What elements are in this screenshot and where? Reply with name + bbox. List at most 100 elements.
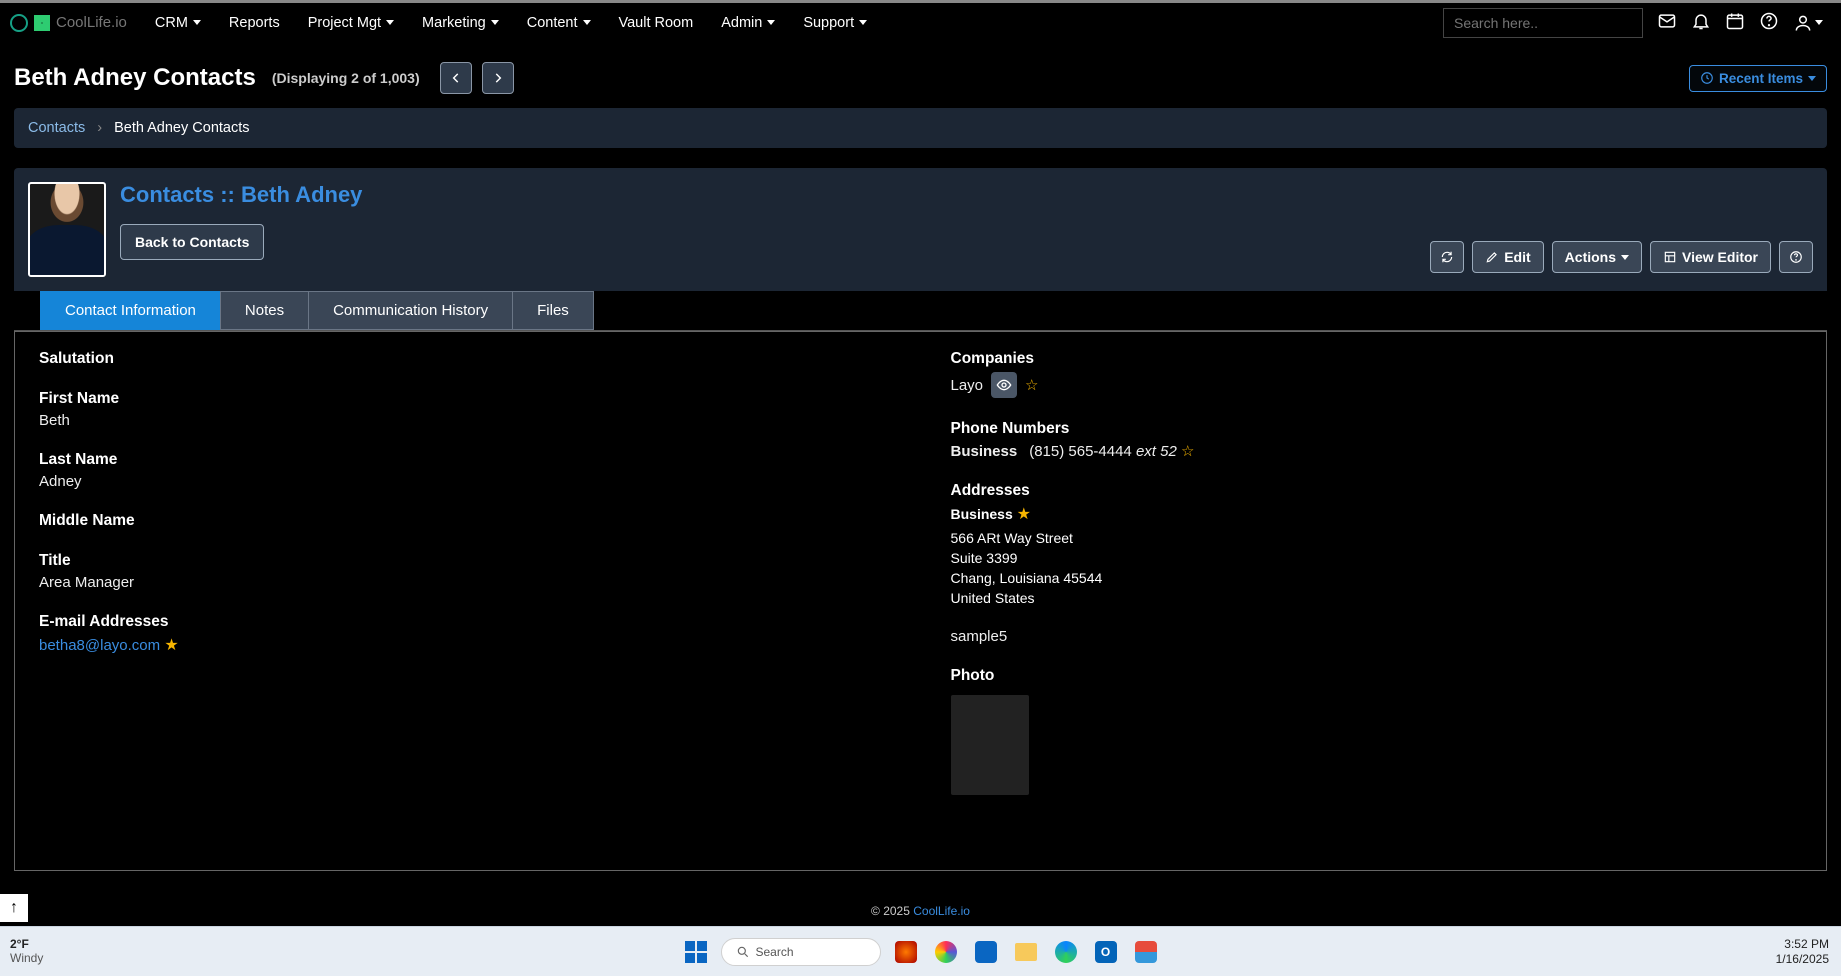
breadcrumb: Contacts › Beth Adney Contacts [14,108,1827,148]
addresses-label: Addresses [951,482,1803,500]
nav-project-mgt-label: Project Mgt [308,15,381,31]
recent-items-button[interactable]: Recent Items [1689,65,1827,92]
start-button[interactable] [681,937,711,967]
email-value: betha8@layo.com ★ [39,635,891,655]
footer-prefix: © 2025 [871,904,913,918]
prev-record-button[interactable] [440,62,472,94]
tab-communication-history[interactable]: Communication History [308,291,513,330]
breadcrumb-separator-icon: › [97,120,102,136]
chevron-down-icon [1621,255,1629,260]
chevron-down-icon [1815,20,1823,25]
star-icon[interactable]: ☆ [1025,376,1038,394]
last-name-label: Last Name [39,451,891,469]
user-menu[interactable] [1793,13,1823,33]
mail-icon[interactable] [1657,11,1677,34]
tab-notes[interactable]: Notes [220,291,309,330]
eye-icon [996,377,1012,393]
company-row: Layo ☆ [951,372,1803,398]
first-name-value: Beth [39,412,891,429]
email-link[interactable]: betha8@layo.com [39,637,160,654]
breadcrumb-root[interactable]: Contacts [28,120,85,136]
tab-contact-information[interactable]: Contact Information [40,291,221,330]
address-country: United States [951,590,1803,606]
pencil-icon [1485,250,1499,264]
taskbar-weather[interactable]: 2°F Windy [0,938,43,964]
taskbar-clock[interactable]: 3:52 PM 1/16/2025 [1776,937,1841,966]
record-actions: Edit Actions View Editor [1430,241,1813,273]
view-company-button[interactable] [991,372,1017,398]
taskbar-search-label: Search [756,945,794,959]
last-name-value: Adney [39,473,891,490]
nav-support[interactable]: Support [793,11,877,35]
right-column: Companies Layo ☆ Phone Numbers Business … [951,350,1803,852]
title-label: Title [39,552,891,570]
taskbar-search[interactable]: Search [721,938,881,966]
page-subheader: Beth Adney Contacts (Displaying 2 of 1,0… [0,42,1841,108]
tabs-container: Contact Information Notes Communication … [14,291,1827,331]
chevron-down-icon [193,20,201,25]
left-column: Salutation First Name Beth Last Name Adn… [39,350,891,852]
nav-vault-room[interactable]: Vault Room [609,11,704,35]
middle-name-label: Middle Name [39,512,891,530]
brand-mark-icon [10,14,28,32]
help-icon[interactable] [1759,11,1779,34]
calendar-icon[interactable] [1725,11,1745,34]
nav-reports[interactable]: Reports [219,11,290,35]
address-type: Business [951,506,1013,522]
star-icon[interactable]: ☆ [1181,443,1194,460]
companies-label: Companies [951,350,1803,368]
help-icon [1789,250,1803,264]
next-record-button[interactable] [482,62,514,94]
phone-ext-label: ext [1136,443,1156,460]
nav-vault-room-label: Vault Room [619,15,694,31]
taskbar-date: 1/16/2025 [1776,952,1829,966]
record-count: (Displaying 2 of 1,003) [272,70,420,86]
chevron-down-icon [491,20,499,25]
view-editor-button[interactable]: View Editor [1650,241,1771,273]
nav-marketing[interactable]: Marketing [412,11,509,35]
chevron-down-icon [1808,76,1816,81]
taskbar-cond: Windy [10,952,43,965]
nav-project-mgt[interactable]: Project Mgt [298,11,404,35]
taskbar-temp: 2°F [10,938,43,951]
help-record-button[interactable] [1779,241,1813,273]
global-search-input[interactable] [1443,8,1643,38]
taskbar-edge[interactable] [1051,937,1081,967]
edit-button[interactable]: Edit [1472,241,1543,273]
brand-text: CoolLife.io [56,14,127,31]
nav-content-label: Content [527,15,578,31]
bell-icon[interactable] [1691,11,1711,34]
taskbar-outlook[interactable]: O [1091,937,1121,967]
star-icon[interactable]: ★ [164,637,178,654]
contact-avatar [28,182,106,277]
star-icon[interactable]: ★ [1017,506,1031,523]
taskbar-file-explorer[interactable] [1011,937,1041,967]
brand-logo-area[interactable]: CoolLife.io [10,14,127,32]
footer-link[interactable]: CoolLife.io [913,904,970,918]
nav-crm[interactable]: CRM [145,11,211,35]
refresh-icon [1440,250,1454,264]
taskbar-copilot[interactable] [931,937,961,967]
nav-admin[interactable]: Admin [711,11,785,35]
page-footer: © 2025 CoolLife.io [0,904,1841,918]
page-title: Beth Adney Contacts [14,64,256,92]
actions-menu-button[interactable]: Actions [1552,241,1642,273]
refresh-button[interactable] [1430,241,1464,273]
tab-files[interactable]: Files [512,291,594,330]
taskbar-snip[interactable] [1131,937,1161,967]
contact-photo [951,695,1029,795]
record-title: Contacts :: Beth Adney [120,182,362,208]
nav-support-label: Support [803,15,854,31]
taskbar-app-1[interactable] [891,937,921,967]
top-nav-menu: CRM Reports Project Mgt Marketing Conten… [145,11,877,35]
back-to-contacts-button[interactable]: Back to Contacts [120,224,264,260]
nav-marketing-label: Marketing [422,15,486,31]
salutation-label: Salutation [39,350,891,368]
taskbar-app-2[interactable] [971,937,1001,967]
chevron-down-icon [386,20,394,25]
view-editor-label: View Editor [1682,249,1758,265]
nav-content[interactable]: Content [517,11,601,35]
taskbar-time: 3:52 PM [1776,937,1829,951]
nav-crm-label: CRM [155,15,188,31]
layout-icon [1663,250,1677,264]
